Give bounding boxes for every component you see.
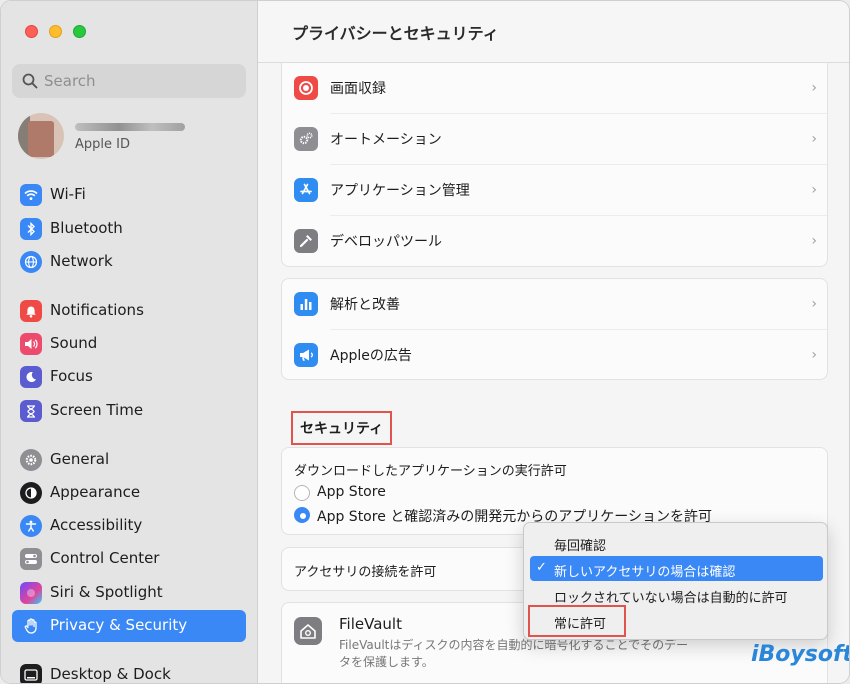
accessory-permission-label: アクセサリの接続を許可: [294, 565, 437, 580]
record-icon: [294, 76, 318, 100]
sidebar-item-label: Accessibility: [50, 516, 143, 534]
appearance-icon: [20, 482, 42, 504]
sidebar-item-wifi[interactable]: Wi-Fi: [12, 179, 246, 211]
toggles-icon: [20, 548, 42, 570]
sidebar-item-privacy-security[interactable]: Privacy & Security: [12, 610, 246, 642]
sidebar-item-label: Control Center: [50, 549, 160, 567]
sidebar-item-label: Network: [50, 252, 113, 270]
siri-icon: [20, 582, 42, 604]
chevron-right-icon: ›: [811, 347, 817, 363]
sidebar: Apple ID Wi-Fi Bluetooth Network: [1, 1, 258, 683]
sidebar-item-bluetooth[interactable]: Bluetooth: [12, 213, 246, 245]
search-input[interactable]: [44, 70, 234, 92]
radio-app-store-label: App Store: [317, 484, 386, 500]
sidebar-item-label: Bluetooth: [50, 219, 123, 237]
developer-tools-row[interactable]: デベロッパツール ›: [282, 216, 829, 267]
sidebar-item-label: Desktop & Dock: [50, 665, 171, 683]
title-bar: プライバシーとセキュリティ: [258, 1, 849, 63]
screen-recording-row[interactable]: 画面収録 ›: [282, 63, 829, 114]
house-lock-icon: [294, 617, 322, 645]
search-field[interactable]: [12, 64, 246, 98]
sidebar-item-desktop-dock[interactable]: Desktop & Dock: [12, 659, 246, 683]
sidebar-item-focus[interactable]: Focus: [12, 361, 246, 393]
sidebar-item-label: General: [50, 450, 110, 468]
analytics-row[interactable]: 解析と改善 ›: [282, 279, 829, 330]
row-label: アプリケーション管理: [330, 183, 470, 199]
filevault-title: FileVault: [339, 615, 402, 633]
apple-advertising-row[interactable]: Appleの広告 ›: [282, 330, 829, 381]
app-management-row[interactable]: アプリケーション管理 ›: [282, 165, 829, 216]
automation-row[interactable]: オートメーション ›: [282, 114, 829, 165]
sidebar-item-accessibility[interactable]: Accessibility: [12, 510, 246, 542]
sidebar-item-label: Siri & Spotlight: [50, 583, 163, 601]
hand-icon: [20, 615, 42, 637]
minimize-window-button[interactable]: [49, 25, 62, 38]
analytics-list: 解析と改善 › Appleの広告 ›: [281, 278, 828, 380]
sidebar-item-label: Sound: [50, 334, 98, 352]
profile-name-redacted: [75, 123, 185, 131]
settings-window: Apple ID Wi-Fi Bluetooth Network: [0, 0, 850, 684]
row-label: 画面収録: [330, 81, 386, 97]
sidebar-item-label: Wi-Fi: [50, 185, 86, 203]
download-permission-label: ダウンロードしたアプリケーションの実行許可: [294, 464, 567, 479]
search-icon: [22, 73, 38, 89]
sidebar-item-network[interactable]: Network: [12, 246, 246, 278]
accessibility-icon: [20, 515, 42, 537]
zoom-window-button[interactable]: [73, 25, 86, 38]
row-label: Appleの広告: [330, 348, 412, 364]
watermark-logo: iBoysoft: [751, 642, 850, 667]
bell-icon: [20, 300, 42, 322]
chevron-right-icon: ›: [811, 80, 817, 96]
wifi-icon: [20, 184, 42, 206]
sidebar-item-screen-time[interactable]: Screen Time: [12, 395, 246, 427]
sidebar-item-label: Privacy & Security: [50, 616, 188, 634]
sidebar-item-label: Notifications: [50, 301, 144, 319]
megaphone-icon: [294, 343, 318, 367]
sidebar-item-sound[interactable]: Sound: [12, 328, 246, 360]
highlight-box: [528, 605, 626, 637]
avatar: [18, 113, 64, 159]
chevron-right-icon: ›: [811, 182, 817, 198]
menu-option-auto-allow-unlocked[interactable]: ロックされていない場合は自動的に許可: [530, 582, 823, 607]
sidebar-item-label: Screen Time: [50, 401, 144, 419]
chevron-right-icon: ›: [811, 131, 817, 147]
chevron-right-icon: ›: [811, 233, 817, 249]
filevault-description-line2: タを保護します。: [339, 655, 434, 669]
dock-icon: [20, 664, 42, 683]
menu-option-ask-new-accessories[interactable]: ✓ 新しいアクセサリの場合は確認: [530, 556, 823, 581]
security-heading: セキュリティ: [291, 411, 393, 445]
speaker-icon: [20, 333, 42, 355]
row-label: デベロッパツール: [330, 234, 442, 250]
profile-subtitle: Apple ID: [75, 137, 130, 152]
globe-icon: [20, 251, 42, 273]
chevron-right-icon: ›: [811, 296, 817, 312]
app-store-icon: [294, 178, 318, 202]
sidebar-item-control-center[interactable]: Control Center: [12, 543, 246, 575]
radio-app-store[interactable]: [294, 485, 310, 501]
hourglass-icon: [20, 400, 42, 422]
close-window-button[interactable]: [25, 25, 38, 38]
menu-option-ask-every-time[interactable]: 毎回確認: [530, 530, 823, 555]
sidebar-item-siri-spotlight[interactable]: Siri & Spotlight: [12, 577, 246, 609]
row-label: オートメーション: [330, 132, 442, 148]
row-label: 解析と改善: [330, 297, 400, 313]
bluetooth-icon: [20, 218, 42, 240]
sidebar-item-label: Appearance: [50, 483, 141, 501]
privacy-list: 画面収録 › オートメーション › アプリケーション管理 › デベロッパツール …: [281, 63, 828, 267]
checkmark-icon: ✓: [536, 560, 547, 575]
page-title: プライバシーとセキュリティ: [292, 24, 499, 43]
sidebar-item-label: Focus: [50, 367, 93, 385]
sidebar-item-appearance[interactable]: Appearance: [12, 477, 246, 509]
sidebar-item-general[interactable]: General: [12, 444, 246, 476]
apple-id-profile[interactable]: Apple ID: [18, 111, 248, 159]
hammer-icon: [294, 229, 318, 253]
sidebar-item-notifications[interactable]: Notifications: [12, 295, 246, 327]
gears-icon: [294, 127, 318, 151]
bar-chart-icon: [294, 292, 318, 316]
radio-app-store-identified-devs[interactable]: [294, 507, 310, 523]
moon-icon: [20, 366, 42, 388]
gear-icon: [20, 449, 42, 471]
